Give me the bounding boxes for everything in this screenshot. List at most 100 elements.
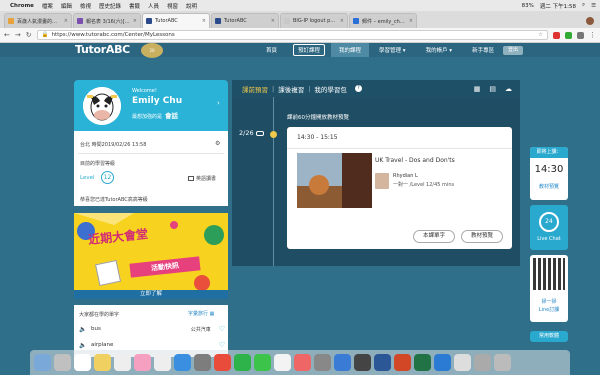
photos-icon[interactable] — [134, 354, 151, 371]
nav-book-class[interactable]: 預訂課程 — [293, 44, 326, 56]
extension-icon[interactable] — [577, 31, 584, 39]
notes-icon[interactable] — [94, 354, 111, 371]
settings-icon[interactable] — [314, 354, 331, 371]
menu-window[interactable]: 視窗 — [167, 2, 178, 10]
browser-tab[interactable]: 郵件 – emily_chu@cathay× — [349, 13, 417, 28]
browser-tab-active[interactable]: TutorABC × — [142, 13, 210, 28]
word-icon[interactable] — [374, 354, 391, 371]
evernote-icon[interactable] — [234, 354, 251, 371]
folder-icon[interactable] — [474, 354, 491, 371]
close-icon[interactable]: × — [133, 18, 137, 24]
search-icon[interactable]: ⌕ — [582, 2, 585, 9]
user-name[interactable]: Emily Chu — [132, 96, 182, 106]
menu-help[interactable]: 說明 — [186, 2, 197, 10]
menu-people[interactable]: 人員 — [148, 2, 159, 10]
music-icon[interactable] — [294, 354, 311, 371]
reload-icon[interactable]: ↻ — [26, 31, 32, 39]
english-test-link[interactable]: 英語讀書 — [188, 175, 216, 182]
nav-newbie[interactable]: 新手專區 — [462, 46, 504, 54]
cloud-icon[interactable]: ☁ — [505, 85, 512, 93]
common-software-button[interactable]: 常用軟體 — [530, 331, 568, 342]
vocab-button[interactable]: 本課單字 — [413, 230, 455, 243]
lesson-title[interactable]: UK Travel - Dos and Don'ts — [375, 157, 455, 164]
teacher-name[interactable]: Rhydian L — [393, 173, 418, 179]
calendar-app-icon[interactable] — [74, 354, 91, 371]
extension-icon[interactable] — [553, 31, 560, 39]
line-booking-widget[interactable]: 掃一掃 Line訂課 — [530, 255, 568, 322]
level-heading: 目前的學習等級 — [80, 161, 116, 167]
next-class-widget: 即將上課： 14:30 教材預覽 — [530, 147, 568, 200]
back-arrow-icon[interactable]: ← — [4, 31, 10, 39]
teamviewer-icon[interactable] — [434, 354, 451, 371]
menu-history[interactable]: 歷史記錄 — [99, 2, 121, 10]
banner-cta-button[interactable]: 立即了解 — [74, 290, 228, 299]
heart-icon[interactable]: ♡ — [219, 325, 225, 333]
avatar[interactable] — [83, 87, 121, 125]
close-icon[interactable]: × — [340, 18, 344, 24]
calendar-icon[interactable]: ▦ — [474, 85, 481, 93]
menu-view[interactable]: 檢視 — [80, 2, 91, 10]
system-icon[interactable] — [194, 354, 211, 371]
preview-button[interactable]: 教材預覽 — [461, 230, 503, 243]
document-icon[interactable]: ▤ — [489, 85, 496, 93]
close-icon[interactable]: × — [271, 18, 275, 24]
nav-my-lessons[interactable]: 我的課程 — [331, 43, 370, 57]
finder-icon[interactable] — [34, 354, 51, 371]
battery-indicator[interactable]: 83% — [522, 3, 534, 9]
gear-icon[interactable]: ⚙ — [215, 140, 220, 147]
preview-app-icon[interactable] — [454, 354, 471, 371]
speaker-icon[interactable]: 🔈 — [79, 342, 91, 349]
more-menu-icon[interactable]: ⋮ — [589, 31, 596, 39]
close-icon[interactable]: × — [64, 18, 68, 24]
nav-learning-mgmt[interactable]: 學習管理 ▾ — [369, 46, 416, 54]
chevron-right-icon[interactable]: › — [217, 99, 220, 107]
chrome-icon[interactable] — [214, 354, 231, 371]
event-banner[interactable]: 近期大會堂 活動快訊 — [74, 213, 228, 299]
extension-icon[interactable] — [565, 31, 572, 39]
tab-preview[interactable]: 課前預習 — [238, 84, 272, 94]
menu-file[interactable]: 檔案 — [42, 2, 53, 10]
preview-link[interactable]: 教材預覽 — [530, 183, 568, 190]
close-icon[interactable]: × — [202, 18, 206, 24]
help-icon[interactable]: ? — [354, 85, 362, 92]
lesson-thumbnail[interactable] — [297, 153, 372, 208]
clock[interactable]: 週二 下午1:58 — [540, 2, 576, 10]
dropbox-icon[interactable] — [174, 354, 191, 371]
browser-tab[interactable]: 報名表 3/16(六)[台北] 創心× — [73, 13, 141, 28]
menu-list-icon[interactable]: ☰ — [591, 3, 596, 9]
vocab-travel-link[interactable]: 字彙旅行 ▦ — [188, 310, 214, 317]
live-chat-widget[interactable]: 24 Live Chat — [530, 205, 568, 250]
tab-title: 郵件 – emily_chu@cathay — [362, 18, 407, 25]
menu-bookmarks[interactable]: 書籤 — [129, 2, 140, 10]
browser-tab[interactable]: TutorABC × — [211, 13, 279, 28]
speaker-icon[interactable]: 🔈 — [79, 326, 91, 333]
trash-icon[interactable] — [494, 354, 511, 371]
star-icon[interactable]: ☆ — [538, 32, 543, 38]
launchpad-icon[interactable] — [54, 354, 71, 371]
contacts-icon[interactable] — [114, 354, 131, 371]
nav-home[interactable]: 首頁 — [256, 46, 287, 54]
browser-profile-avatar[interactable] — [586, 17, 594, 25]
browser-tab[interactable]: 百歲人氣漫畫的大崩拼：近× — [4, 13, 72, 28]
app-icon[interactable] — [354, 354, 371, 371]
heart-icon[interactable]: ♡ — [219, 341, 225, 349]
menu-edit[interactable]: 編輯 — [61, 2, 72, 10]
url-field[interactable]: 🔒 https://www.tutorabc.com/Center/MyLess… — [36, 30, 548, 40]
tab-review[interactable]: 課後複習 — [274, 84, 308, 94]
tutorabc-logo[interactable]: TutorABC — [75, 43, 130, 56]
line-app-icon[interactable] — [254, 354, 271, 371]
teacher-avatar[interactable] — [375, 173, 389, 189]
nav-my-account[interactable]: 我的帳戶 ▾ — [416, 46, 463, 54]
browser-tab[interactable]: BIG-IP logout page × — [280, 13, 348, 28]
appstore-icon[interactable] — [334, 354, 351, 371]
reminders-icon[interactable] — [154, 354, 171, 371]
logout-button[interactable]: 登出 — [503, 46, 523, 55]
forward-arrow-icon[interactable]: → — [15, 31, 21, 39]
powerpoint-icon[interactable] — [394, 354, 411, 371]
menu-app-name[interactable]: Chrome — [10, 3, 34, 9]
tab-learning-pack[interactable]: 我的學習包 — [310, 84, 351, 94]
banner-decor-icon — [74, 213, 224, 291]
close-icon[interactable]: × — [409, 18, 413, 24]
excel-icon[interactable] — [414, 354, 431, 371]
itunes-icon[interactable] — [274, 354, 291, 371]
